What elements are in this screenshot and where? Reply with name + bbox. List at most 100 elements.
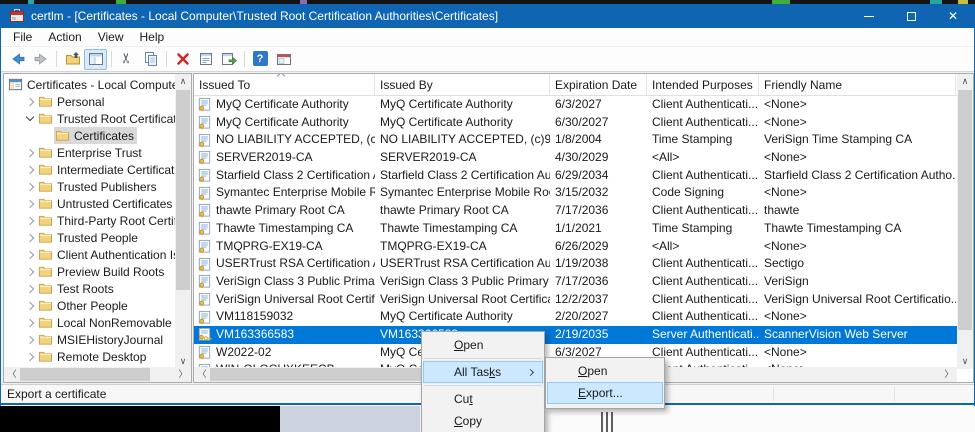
tree-vertical-scrollbar[interactable]: ∧ ∨ <box>175 74 191 369</box>
tree-item-intermediate-certification[interactable]: Intermediate Certification <box>4 161 175 178</box>
certificate-row-starfield-class-2-certification-a[interactable]: Starfield Class 2 Certification A...Star… <box>194 167 957 185</box>
help-button[interactable]: ? <box>249 49 272 70</box>
cut-button[interactable]: ✂ <box>116 49 139 70</box>
tree-item-test-roots[interactable]: Test Roots <box>4 280 175 297</box>
copy-icon <box>143 51 159 67</box>
chevron-right-icon[interactable] <box>26 318 34 326</box>
cell-issued_to: Thawte Timestamping CA <box>216 220 353 238</box>
tree-item-msiehistoryjournal[interactable]: MSIEHistoryJournal <box>4 331 175 348</box>
tree-item-client-authentication-issu[interactable]: Client Authentication Issu <box>4 246 175 263</box>
certificate-row-server2019-ca[interactable]: SERVER2019-CASERVER2019-CA4/30/2029<All>… <box>194 149 957 167</box>
chevron-right-icon[interactable] <box>26 284 34 292</box>
menu-view[interactable]: View <box>90 28 132 47</box>
chevron-down-icon[interactable] <box>26 113 34 121</box>
new-window-icon <box>276 51 292 67</box>
up-one-level-button[interactable] <box>61 49 84 70</box>
tree-item-remote-desktop[interactable]: Remote Desktop <box>4 348 175 365</box>
export-list-button[interactable] <box>217 49 240 70</box>
chevron-right-icon[interactable] <box>26 233 34 241</box>
certificate-row-tmqprg-ex19-ca[interactable]: TMQPRG-EX19-CATMQPRG-EX19-CA6/26/2029<Al… <box>194 238 957 256</box>
menu-item-all-tasks[interactable]: All Tasks <box>423 361 543 383</box>
menu-item-open[interactable]: Open <box>423 334 543 356</box>
delete-button[interactable] <box>171 49 194 70</box>
scroll-down-icon[interactable]: ∨ <box>957 354 973 369</box>
folder-icon <box>38 213 53 228</box>
chevron-right-icon[interactable] <box>26 352 34 360</box>
certificate-row-myq-certificate-authority[interactable]: MyQ Certificate AuthorityMyQ Certificate… <box>194 96 957 114</box>
new-window-button[interactable] <box>272 49 295 70</box>
certificate-row-vm118159032[interactable]: VM118159032MyQ Certificate Authority2/20… <box>194 308 957 326</box>
cell-friendly: Thawte Timestamping CA <box>764 221 901 235</box>
chevron-right-icon[interactable] <box>26 165 34 173</box>
forward-button[interactable] <box>29 49 52 70</box>
tree-item-preview-build-roots[interactable]: Preview Build Roots <box>4 263 175 280</box>
column-header-intended-purposes[interactable]: Intended Purposes <box>647 74 759 96</box>
back-button[interactable] <box>6 49 29 70</box>
tree-item-third-party-root-certifica[interactable]: Third-Party Root Certifica <box>4 212 175 229</box>
menu-item-open[interactable]: Open <box>547 360 663 382</box>
menu-item-export[interactable]: Export... <box>547 382 663 404</box>
tree-item-certificates[interactable]: Certificates <box>4 127 175 144</box>
column-header-friendly-name[interactable]: Friendly Name <box>759 74 956 96</box>
cell-issued_to: VM163366583 <box>216 326 294 344</box>
tree-item-personal[interactable]: Personal <box>4 93 175 110</box>
certificate-row-symantec-enterprise-mobile-ro[interactable]: Symantec Enterprise Mobile Ro...Symantec… <box>194 184 957 202</box>
chevron-right-icon[interactable] <box>26 182 34 190</box>
properties-button[interactable] <box>194 49 217 70</box>
certificate-row-verisign-universal-root-certific[interactable]: VeriSign Universal Root Certific...VeriS… <box>194 291 957 309</box>
certificate-row-myq-certificate-authority[interactable]: MyQ Certificate AuthorityMyQ Certificate… <box>194 114 957 132</box>
scrollbar-thumb[interactable] <box>20 368 150 381</box>
chevron-right-icon[interactable] <box>26 267 34 275</box>
copy-button[interactable] <box>139 49 162 70</box>
chevron-right-icon[interactable] <box>26 199 34 207</box>
chevron-right-icon[interactable] <box>26 148 34 156</box>
cert-icon <box>197 133 212 148</box>
tree-item-enterprise-trust[interactable]: Enterprise Trust <box>4 144 175 161</box>
chevron-right-icon[interactable] <box>26 301 34 309</box>
certificate-row-verisign-class-3-public-primary[interactable]: VeriSign Class 3 Public Primary ...VeriS… <box>194 273 957 291</box>
cell-expiration: 6/26/2029 <box>555 239 608 253</box>
cell-issued_to: MyQ Certificate Authority <box>216 96 349 114</box>
tree-horizontal-scrollbar[interactable]: 〈 〉 <box>4 367 191 382</box>
tree-item-trusted-publishers[interactable]: Trusted Publishers <box>4 178 175 195</box>
scrollbar-thumb[interactable] <box>176 90 190 290</box>
menu-file[interactable]: File <box>5 28 40 47</box>
up-one-level-icon <box>65 51 81 67</box>
tree-item-local-nonremovable-cert[interactable]: Local NonRemovable Cert <box>4 314 175 331</box>
tree-item-label: Local NonRemovable Cert <box>57 316 175 330</box>
tree-item-label: Trusted Root Certification <box>57 112 175 126</box>
tree-item-certificates-local-computer[interactable]: Certificates - Local Computer <box>4 76 175 93</box>
scrollbar-thumb[interactable] <box>958 90 972 330</box>
tree-item-trusted-people[interactable]: Trusted People <box>4 229 175 246</box>
minimize-button[interactable] <box>848 4 890 28</box>
menu-help[interactable]: Help <box>132 28 173 47</box>
menu-action[interactable]: Action <box>40 28 89 47</box>
cell-issued_by: NO LIABILITY ACCEPTED, (c)97 Ve... <box>380 132 550 146</box>
scroll-up-icon[interactable]: ∧ <box>175 74 191 89</box>
certificate-row-no-liability-accepted-c-97[interactable]: NO LIABILITY ACCEPTED, (c)97 ...NO LIABI… <box>194 131 957 149</box>
certificate-row-vm163366583[interactable]: VM163366583VM1633665832/19/2035Server Au… <box>194 326 957 344</box>
close-button[interactable]: ✕ <box>932 4 974 28</box>
show-console-tree-button[interactable] <box>84 49 107 70</box>
column-header-issued-by[interactable]: Issued By <box>375 74 550 96</box>
column-header-issued-to[interactable]: Issued To <box>194 74 375 96</box>
column-header-expiration-date[interactable]: Expiration Date <box>550 74 647 96</box>
menu-item-copy[interactable]: Copy <box>423 410 543 432</box>
menu-item-cut[interactable]: Cut <box>423 388 543 410</box>
certificate-row-thawte-timestamping-ca[interactable]: Thawte Timestamping CA Thawte Timestampin… <box>194 220 957 238</box>
chevron-right-icon[interactable] <box>26 250 34 258</box>
scroll-up-icon[interactable]: ∧ <box>957 74 973 89</box>
certificate-row-usertrust-rsa-certification-aut[interactable]: USERTrust RSA Certification Aut...USERTr… <box>194 255 957 273</box>
chevron-right-icon[interactable] <box>26 335 34 343</box>
tree-item-label: Third-Party Root Certifica <box>57 214 175 228</box>
certificate-row-thawte-primary-root-ca[interactable]: thawte Primary Root CAthawte Primary Roo… <box>194 202 957 220</box>
maximize-button[interactable] <box>890 4 932 28</box>
folder-icon <box>38 162 53 177</box>
tree-item-label: Certificates - Local Computer <box>27 78 175 92</box>
chevron-right-icon[interactable] <box>26 216 34 224</box>
tree-item-trusted-root-certification[interactable]: Trusted Root Certification <box>4 110 175 127</box>
chevron-right-icon[interactable] <box>26 97 34 105</box>
tree-item-other-people[interactable]: Other People <box>4 297 175 314</box>
list-vertical-scrollbar[interactable]: ∧ ∨ <box>957 74 973 369</box>
tree-item-untrusted-certificates[interactable]: Untrusted Certificates <box>4 195 175 212</box>
